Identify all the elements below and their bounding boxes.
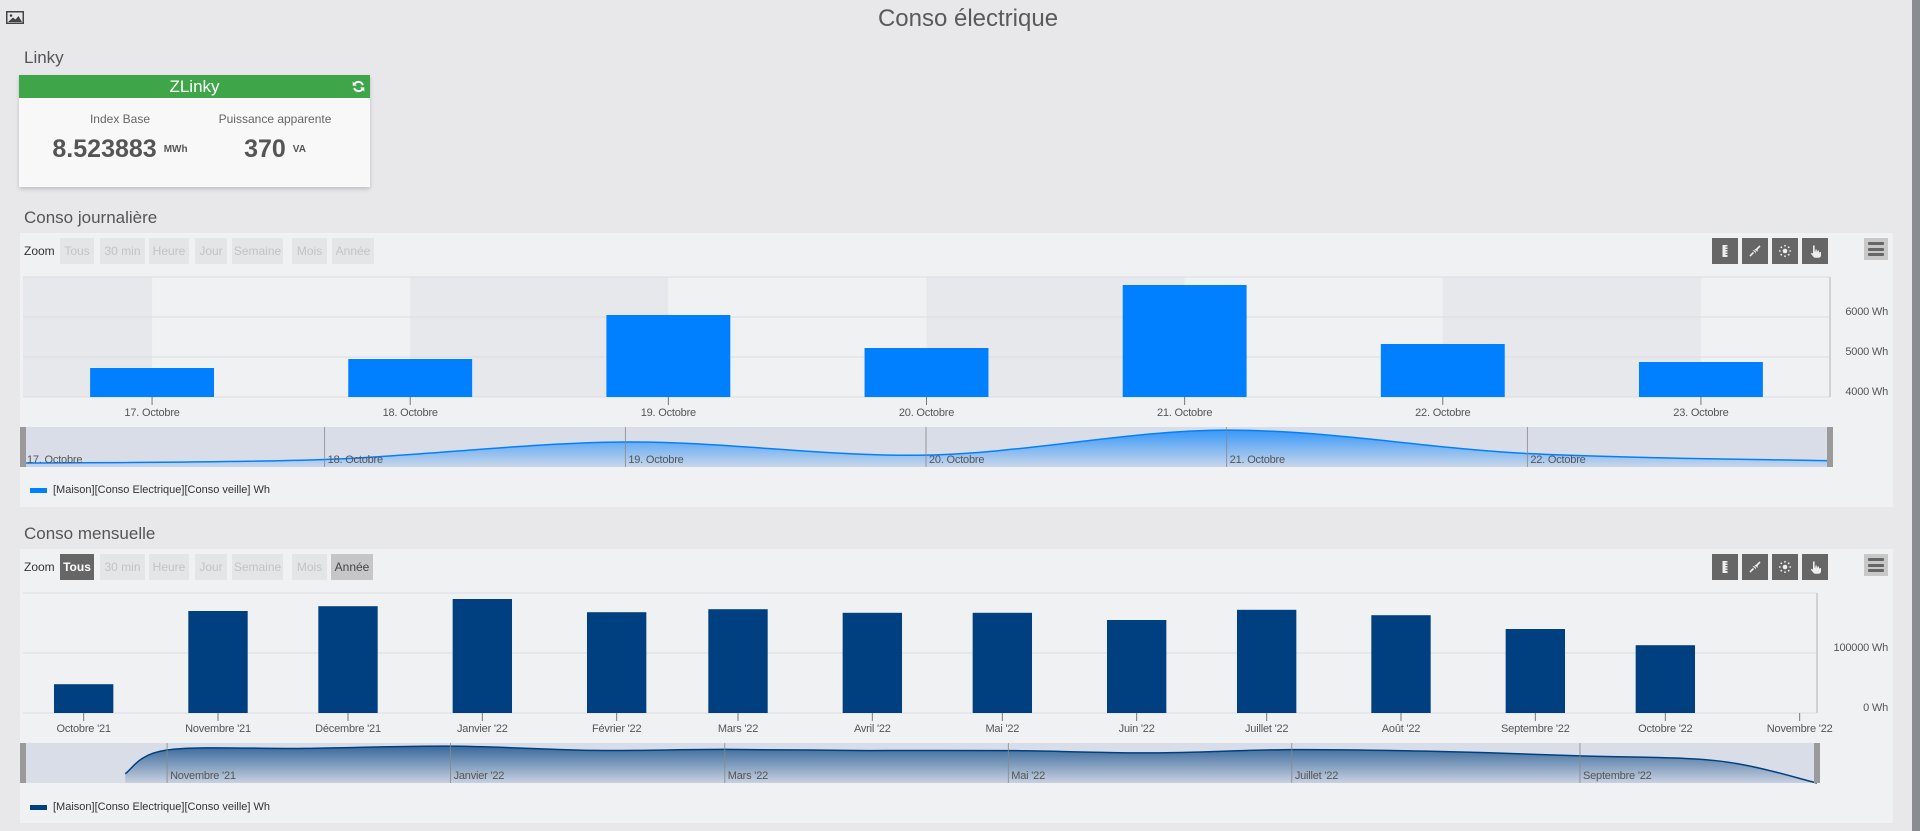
navigator-axis-label: Septembre '22: [1583, 770, 1652, 782]
metric-label: Puissance apparente: [218, 112, 332, 126]
x-tick-label: Novembre '22: [1767, 723, 1833, 735]
page-scrollbar[interactable]: [1912, 0, 1920, 831]
x-tick-label: Octobre '21: [57, 723, 111, 735]
bar[interactable]: [1236, 609, 1297, 713]
x-tick-label: Septembre '22: [1501, 723, 1570, 735]
x-tick-label: Mars '22: [718, 723, 758, 735]
card-title: ZLinky: [169, 77, 220, 96]
metric-value: 8.523883: [52, 135, 157, 163]
bar[interactable]: [606, 315, 731, 397]
y-tick-label: 4000 Wh: [1845, 386, 1888, 398]
monthly-section-title: Conso mensuelle: [24, 524, 156, 543]
daily-section-title: Conso journalière: [24, 208, 158, 227]
monthly-chart: Octobre '21 Novembre '21 Décembre '21 Janvi…: [20, 592, 1889, 784]
linky-section-title: Linky: [24, 48, 64, 67]
bar[interactable]: [1505, 629, 1566, 713]
bar[interactable]: [1380, 344, 1505, 397]
x-tick-label: Avril '22: [854, 723, 891, 735]
navigator-axis-label: 17. Octobre: [27, 454, 82, 466]
navigator-axis-label: Novembre '21: [170, 770, 236, 782]
x-tick-label: Février '22: [592, 723, 641, 735]
legend-item[interactable]: [Maison][Conso Electrique][Conso veille]…: [30, 483, 270, 497]
navigator-axis-label: Janvier '22: [454, 770, 505, 782]
bar[interactable]: [348, 359, 473, 397]
legend-symbol: [30, 487, 47, 493]
metric-label: Index Base: [89, 112, 151, 126]
metric-unit: MWh: [163, 143, 188, 155]
page-title: Conso électrique: [877, 5, 1059, 32]
x-tick-label: 20. Octobre: [899, 407, 954, 419]
bar[interactable]: [864, 348, 989, 397]
x-tick-label: 18. Octobre: [383, 407, 438, 419]
metric-value: 370: [244, 135, 286, 163]
bar[interactable]: [708, 609, 768, 713]
y-tick-label: 0 Wh: [1863, 702, 1888, 714]
x-tick-label: Novembre '21: [185, 723, 251, 735]
navigator-axis-label: Mars '22: [728, 770, 768, 782]
legend-label: [Maison][Conso Electrique][Conso veille]…: [53, 484, 271, 496]
metric-unit: VA: [292, 143, 306, 155]
navigator-axis-label: 19. Octobre: [628, 454, 683, 466]
x-tick-label: Juin '22: [1119, 723, 1155, 735]
navigator-left-handle[interactable]: [20, 743, 26, 783]
x-tick-label: Août '22: [1382, 723, 1421, 735]
x-tick-label: 23. Octobre: [1673, 407, 1728, 419]
x-tick-label: 21. Octobre: [1157, 407, 1212, 419]
x-tick-label: Juillet '22: [1245, 723, 1288, 735]
image-icon[interactable]: [6, 11, 24, 24]
daily-chart: 17. Octobre 18. Octobre 19. Octobre 20. Oct…: [20, 276, 1888, 467]
bar[interactable]: [1638, 362, 1763, 397]
bar[interactable]: [972, 612, 1033, 713]
navigator-axis-label: 20. Octobre: [929, 454, 984, 466]
bar[interactable]: [318, 606, 378, 713]
legend-symbol: [30, 804, 47, 810]
y-tick-label: 5000 Wh: [1845, 346, 1888, 358]
y-tick-label: 6000 Wh: [1845, 306, 1888, 318]
bar[interactable]: [1635, 645, 1696, 713]
y-tick-label: 100000 Wh: [1834, 642, 1889, 654]
monthly-chart-panel: Zoom Tous 30 min Heure Jour Semaine Mois…: [20, 549, 1893, 823]
navigator-axis-label: Mai '22: [1011, 770, 1045, 782]
x-tick-label: Mai '22: [985, 723, 1019, 735]
bar[interactable]: [586, 612, 647, 713]
navigator-left-handle[interactable]: [20, 427, 26, 467]
bar[interactable]: [90, 368, 215, 397]
legend-label: [Maison][Conso Electrique][Conso veille]…: [53, 801, 271, 813]
x-tick-label: Décembre '21: [315, 723, 381, 735]
navigator-right-handle[interactable]: [1814, 743, 1820, 783]
bar[interactable]: [1371, 615, 1431, 713]
navigator-axis-label: 22. Octobre: [1530, 454, 1585, 466]
navigator-axis-label: 21. Octobre: [1230, 454, 1285, 466]
x-tick-label: 22. Octobre: [1415, 407, 1470, 419]
navigator-right-handle[interactable]: [1827, 427, 1833, 467]
bar[interactable]: [53, 684, 114, 713]
bar[interactable]: [842, 612, 903, 713]
x-tick-label: 17. Octobre: [124, 407, 179, 419]
navigator-axis-label: 18. Octobre: [328, 454, 383, 466]
bar[interactable]: [1122, 285, 1247, 397]
legend-item[interactable]: [Maison][Conso Electrique][Conso veille]…: [30, 800, 270, 814]
bar[interactable]: [188, 611, 248, 713]
x-tick-label: 19. Octobre: [641, 407, 696, 419]
bar[interactable]: [452, 599, 513, 713]
x-tick-label: Octobre '22: [1638, 723, 1692, 735]
zlinky-card: ZLinky Index Base 8.523883 MWh Puissance…: [19, 75, 370, 187]
navigator-axis-label: Juillet '22: [1295, 770, 1338, 782]
card-header: ZLinky: [19, 75, 370, 98]
refresh-icon[interactable]: [351, 79, 366, 94]
bar[interactable]: [1106, 620, 1167, 713]
daily-chart-panel: Zoom Tous 30 min Heure Jour Semaine Mois…: [20, 233, 1893, 507]
x-tick-label: Janvier '22: [457, 723, 508, 735]
